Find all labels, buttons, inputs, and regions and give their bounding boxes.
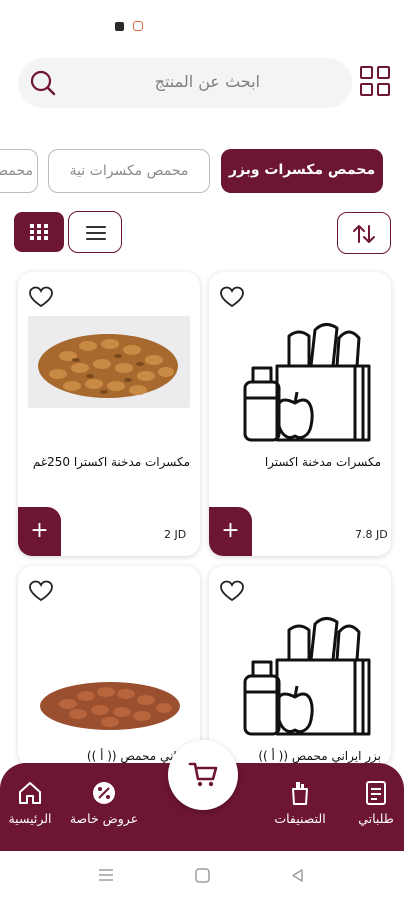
category-chips: محمص مكسرات وبزر محمص مكسرات نية محمص مك… — [0, 147, 404, 195]
add-to-cart-button[interactable]: + — [209, 507, 252, 556]
product-name: مكسرات مدخنة اكسترا — [264, 455, 381, 469]
recent-apps-icon[interactable] — [98, 868, 114, 882]
category-chip[interactable]: محمص مكسرات نية — [48, 149, 210, 193]
favorite-heart-icon[interactable] — [28, 579, 54, 603]
system-navigation-bar — [0, 851, 404, 900]
nav-categories[interactable]: التصنيفات — [260, 779, 340, 826]
category-chip[interactable]: محمص مكسرات — [0, 149, 38, 193]
back-icon[interactable] — [290, 868, 304, 883]
search-input[interactable]: ابحث عن المنتج — [155, 72, 260, 91]
orders-icon — [366, 781, 386, 805]
product-name: مكسرات مدخنة اكسترا 250غم — [32, 455, 190, 469]
home-system-icon[interactable] — [195, 868, 210, 883]
product-card[interactable]: مكسرات مدخنة اكسترا 7.8 JD + — [209, 272, 391, 556]
status-bar — [0, 0, 404, 44]
search-icon[interactable] — [28, 68, 58, 98]
categories-icon — [292, 782, 308, 805]
cart-button[interactable] — [168, 740, 238, 810]
shopping-cart-icon — [188, 762, 218, 787]
grid-view-button[interactable] — [14, 212, 64, 252]
product-card[interactable]: مكسرات مدخنة اكسترا 250غم 2 JD + — [18, 272, 200, 556]
grocery-placeholder-image — [243, 323, 371, 442]
list-view-icon — [86, 226, 106, 240]
gallery-notification-icon — [133, 21, 143, 31]
product-price: 7.8 JD — [355, 528, 388, 541]
header: ابحث عن المنتج — [0, 52, 404, 114]
grid-view-icon — [30, 224, 48, 240]
sort-arrows-icon — [353, 225, 375, 243]
app-notification-icon — [115, 22, 124, 31]
nav-my-orders[interactable]: طلباتي — [336, 779, 404, 826]
home-icon — [19, 782, 41, 804]
product-price: 2 JD — [164, 528, 187, 541]
grid-apps-icon[interactable] — [360, 66, 394, 100]
favorite-heart-icon[interactable] — [219, 285, 245, 309]
favorite-heart-icon[interactable] — [219, 579, 245, 603]
category-chip-active[interactable]: محمص مكسرات وبزر — [221, 149, 383, 193]
product-card[interactable]: ايراني محمص (( أ )) — [18, 566, 200, 766]
product-card[interactable]: بزر ايراني محمص (( أ )) — [209, 566, 391, 766]
smoked-nuts-photo — [28, 316, 190, 454]
nav-special-offers[interactable]: عروض خاصة — [64, 779, 144, 826]
list-view-button[interactable] — [68, 211, 122, 253]
favorite-heart-icon[interactable] — [28, 285, 54, 309]
product-name: ايراني محمص (( أ )) — [86, 749, 190, 763]
grocery-placeholder-image — [243, 617, 371, 736]
discount-badge-icon — [93, 782, 115, 804]
sort-button[interactable] — [337, 212, 391, 254]
search-bar[interactable]: ابحث عن المنتج — [18, 58, 352, 108]
nav-home[interactable]: الرئيسية — [0, 779, 70, 826]
product-name: بزر ايراني محمص (( أ )) — [258, 749, 381, 763]
add-to-cart-button[interactable]: + — [18, 507, 61, 556]
almonds-photo — [40, 682, 180, 730]
